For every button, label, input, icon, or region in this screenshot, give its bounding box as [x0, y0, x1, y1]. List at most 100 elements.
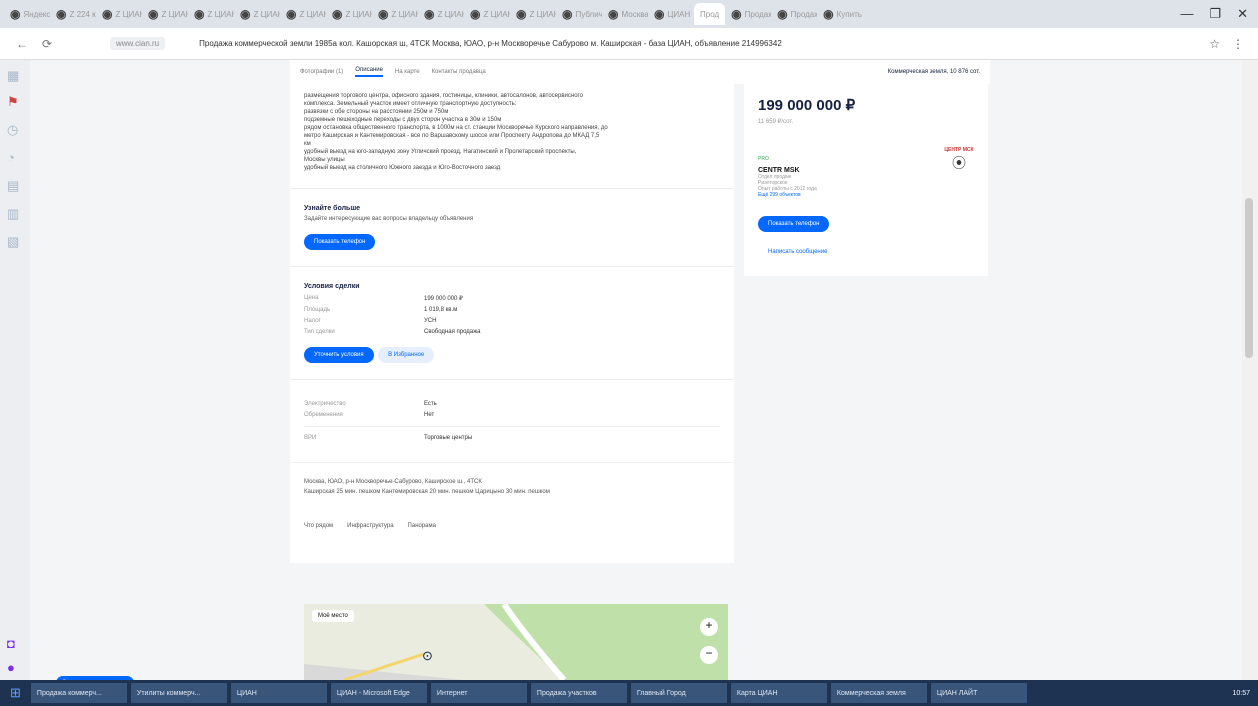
tab-label: Z ЦИАН [391, 9, 418, 19]
tab-favicon-icon: ◉ [148, 7, 159, 21]
tab-label: Купить [836, 9, 862, 19]
close-icon[interactable]: ✕ [1237, 6, 1248, 22]
circle-icon[interactable]: ● [7, 660, 15, 675]
taskbar-item[interactable]: ЦИАН [230, 683, 327, 703]
info-value: Нет [424, 412, 435, 418]
more-title: Узнайте больше [304, 205, 361, 212]
agency-badge: PRO [758, 156, 769, 162]
minimize-icon[interactable]: — [1180, 6, 1193, 22]
tab-favicon-icon: ◉ [424, 7, 435, 21]
favorite-button[interactable]: В Избранное [378, 347, 435, 363]
taskbar-item[interactable]: Утилиты коммерч... [130, 683, 227, 703]
browser-tab[interactable]: ◉Z ЦИАН [326, 3, 372, 25]
start-icon[interactable]: ⊞ [4, 685, 27, 701]
browser-tab[interactable]: ◉Z 224 кв [50, 3, 96, 25]
share-icon[interactable]: ▧ [7, 234, 19, 250]
tab-favicon-icon: ◉ [194, 7, 205, 21]
back-icon[interactable]: ← [16, 37, 28, 51]
map-tab[interactable]: Что рядом [304, 523, 333, 529]
subnav-map[interactable]: На карте [395, 69, 420, 75]
tab-favicon-icon: ◉ [378, 7, 389, 21]
description-line: рядом остановка общественного транспорта… [304, 125, 608, 131]
description-line: удобный выезд на столичного Южного заезд… [304, 165, 501, 171]
clock-icon[interactable]: ◔ [7, 150, 15, 165]
browser-tab[interactable]: ◉ Купить [817, 3, 863, 25]
side-show-phone-button[interactable]: Показать телефон [758, 216, 830, 232]
taskbar-item[interactable]: ЦИАН - Microsoft Edge [330, 683, 427, 703]
subnav-description[interactable]: Описание [355, 67, 383, 77]
taskbar-item[interactable]: Главный Город [630, 683, 727, 703]
url-chip[interactable]: www.cian.ru [110, 37, 166, 50]
browser-tab[interactable]: ◉Z ЦИАН [234, 3, 280, 25]
taskbar-item[interactable]: Коммерческая земля [830, 683, 927, 703]
copy-icon[interactable]: ▥ [7, 206, 19, 222]
scrollbar-thumb[interactable] [1245, 198, 1253, 358]
info-key: Обременения [304, 412, 343, 418]
browser-tab[interactable]: ◉ Публич [556, 3, 602, 25]
agency-info-line[interactable]: Ещё 299 объектов [758, 192, 817, 198]
subnav-photos[interactable]: Фотографии (1) [300, 69, 343, 75]
agency-name[interactable]: CENTR MSK [758, 167, 817, 174]
zoom-out-icon[interactable]: − [700, 646, 718, 664]
browser-tab[interactable]: ◉Z ЦИАН [372, 3, 418, 25]
info-row: Налог УСН [304, 318, 720, 324]
tab-label: Продаж [790, 9, 818, 19]
browser-tab[interactable]: ◉Z ЦИАН [510, 3, 556, 25]
browser-tab[interactable]: ◉Z ЦИАН [142, 3, 188, 25]
description-line: удобный выезд на юго-западную зону Углич… [304, 149, 577, 155]
taskbar-item[interactable]: Карта ЦИАН [730, 683, 827, 703]
info-row: Тип сделки Свободная продажа [304, 329, 720, 335]
taskbar-item[interactable]: Продажа участков [530, 683, 627, 703]
browser-tab[interactable]: ◉Z ЦИАН [96, 3, 142, 25]
plugin-icon[interactable]: ◘ [7, 636, 15, 651]
page-subnav: Фотографии (1) Описание На карте Контакт… [290, 60, 990, 84]
taskbar-item[interactable]: Продажа коммерч... [30, 683, 127, 703]
nav-buttons: ← ⟳ [0, 37, 110, 51]
browser-tab[interactable]: ◉ ЦИАН [648, 3, 694, 25]
grid-icon[interactable]: ▦ [7, 68, 19, 84]
star-icon[interactable]: ☆ [1209, 37, 1220, 51]
price: 199 000 000 ₽ [758, 97, 856, 114]
clarify-button[interactable]: Уточнить условия [304, 347, 374, 363]
taskbar-item[interactable]: ЦИАН ЛАЙТ [930, 683, 1027, 703]
tab-label: Z ЦИАН [115, 9, 142, 19]
tab-favicon-icon: ◉ [56, 7, 67, 21]
tab-favicon-icon: ◉ [102, 7, 113, 21]
browser-tab[interactable]: ◉Z ЦИАН [464, 3, 510, 25]
tab-favicon-icon: ◉ [470, 7, 481, 21]
browser-tab-active[interactable]: Прод [694, 3, 726, 25]
browser-tab[interactable]: ◉Z ЦИАН [280, 3, 326, 25]
write-message-button[interactable]: Написать сообщение [758, 244, 838, 260]
doc-icon[interactable]: ▤ [7, 178, 19, 194]
taskbar-item[interactable]: Интернет [430, 683, 527, 703]
tab-favicon-icon: ◉ [10, 7, 21, 21]
show-phone-button[interactable]: Показать телефон [304, 234, 376, 250]
agency-logo-icon: ⦿ [952, 155, 966, 171]
history-icon[interactable]: ◷ [7, 122, 18, 138]
browser-tab[interactable]: ◉ Продаж [771, 3, 817, 25]
address-line[interactable]: Москва, ЮАО, р-н Москворечье-Сабурово, К… [304, 479, 720, 485]
browser-tab[interactable]: ◉Z ЦИАН [188, 3, 234, 25]
description-line: размещения торгового центра, офисного зд… [304, 93, 583, 99]
browser-tab[interactable]: ◉Z ЦИАН [418, 3, 464, 25]
info-value: Есть [424, 401, 437, 407]
browser-tab[interactable]: ◉ Продаж [725, 3, 771, 25]
browser-tab[interactable]: ◉ Москва [602, 3, 648, 25]
map-tab[interactable]: Инфраструктура [347, 523, 393, 529]
zoom-in-icon[interactable]: + [700, 618, 718, 636]
browser-tab[interactable]: ◉ Яндекс [4, 3, 50, 25]
page-title[interactable]: Продажа коммерческой земли 1985а кол. Ка… [199, 39, 839, 48]
tab-favicon-icon: ◉ [286, 7, 297, 21]
tab-favicon-icon: ◉ [332, 7, 343, 21]
notification-icon[interactable]: ⚑ [7, 94, 19, 110]
scrollbar[interactable] [1242, 60, 1258, 680]
menu-icon[interactable]: ⋮ [1232, 37, 1244, 51]
info-key: Налог [304, 318, 321, 324]
reload-icon[interactable]: ⟳ [42, 37, 52, 51]
subnav-contacts[interactable]: Контакты продавца [432, 69, 486, 75]
map[interactable]: Моё место ⊙ + − [304, 604, 728, 680]
tab-label: Прод [700, 9, 720, 19]
my-place-button[interactable]: Моё место [312, 610, 354, 622]
restore-icon[interactable]: ❐ [1209, 6, 1221, 22]
map-tab[interactable]: Панорама [408, 523, 436, 529]
